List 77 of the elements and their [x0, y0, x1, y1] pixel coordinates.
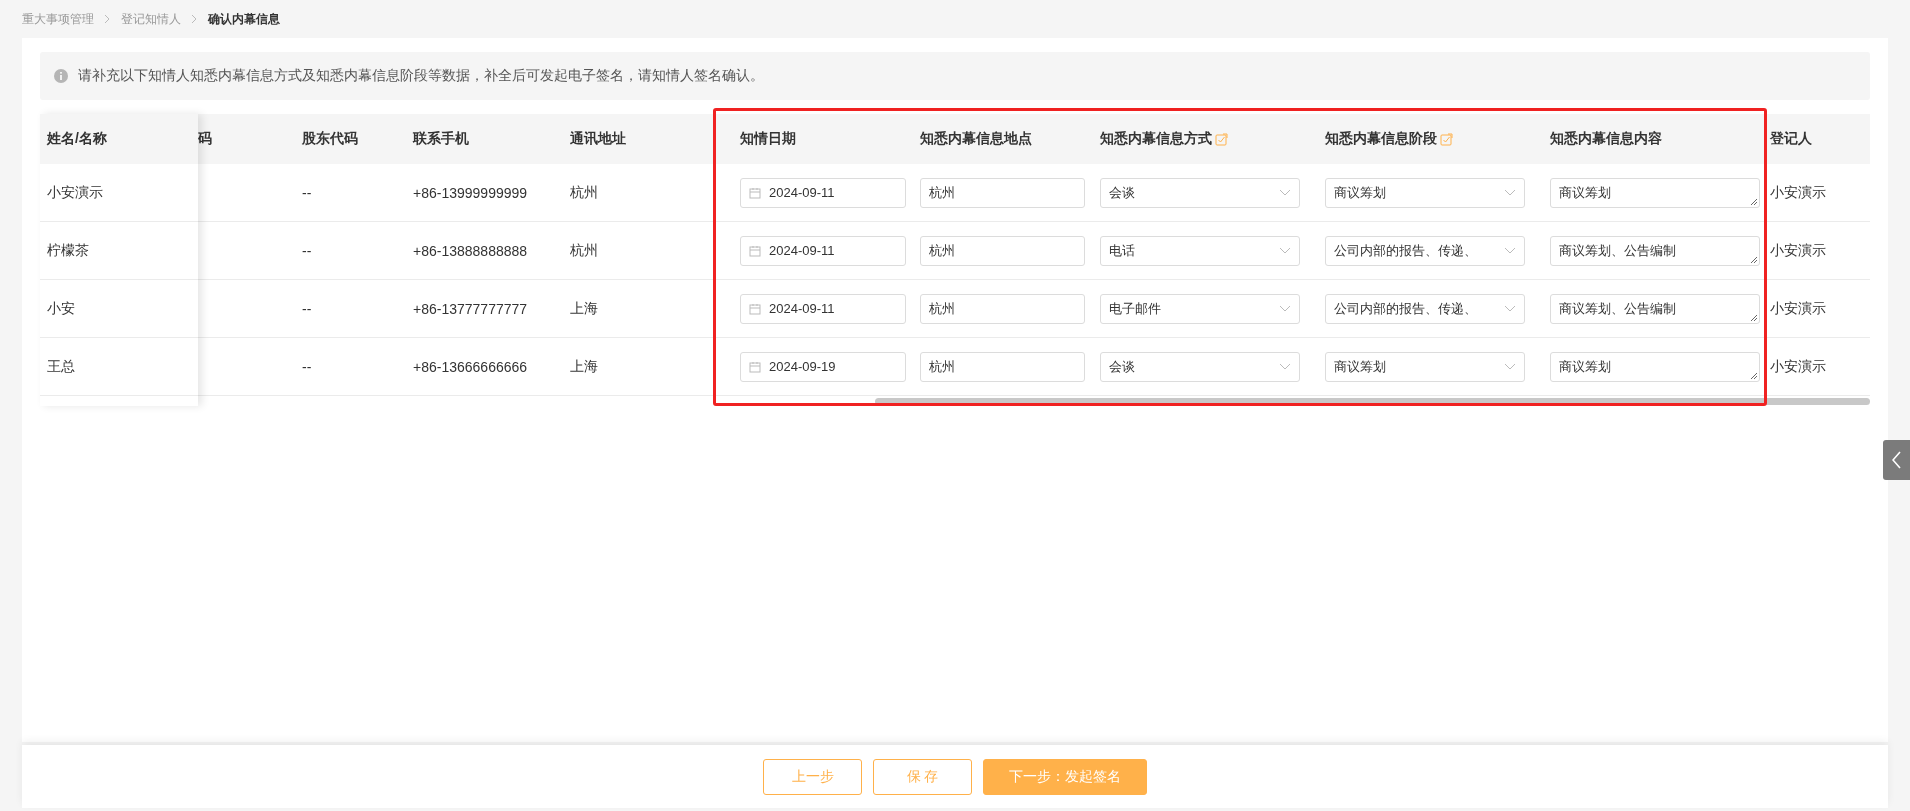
content-textarea[interactable]: 商议筹划 [1550, 351, 1760, 382]
place-field[interactable]: 杭州 [920, 351, 1085, 382]
calendar-icon [749, 302, 761, 315]
date-field[interactable]: 2024-09-19 [740, 351, 906, 382]
table-cell-text: 杭州 [570, 241, 599, 260]
column-header: 股东代码 [302, 130, 359, 148]
resize-handle-icon[interactable] [1750, 371, 1757, 379]
name-cell-text: 小安演示 [46, 183, 104, 202]
column-header: 知悉内幕信息内容 [1550, 130, 1663, 148]
chevron-right-icon [191, 14, 198, 24]
table-cell-text: 上海 [570, 357, 599, 376]
place-field[interactable]: 杭州 [920, 177, 1085, 208]
date-field[interactable]: 2024-09-11 [740, 177, 906, 208]
place-field[interactable]: 杭州 [920, 293, 1085, 324]
date-field[interactable]: 2024-09-11 [740, 293, 906, 324]
content-textarea[interactable]: 商议筹划、公告编制 [1550, 293, 1760, 324]
date-field[interactable]: 2024-09-11 [740, 235, 906, 266]
resize-handle-icon[interactable] [1750, 197, 1757, 205]
column-header: 联系手机 [413, 130, 470, 148]
column-header: 姓名/名称 [46, 130, 108, 148]
name-cell-text: 王总 [46, 357, 76, 376]
resize-handle-icon[interactable] [1750, 313, 1757, 321]
column-header: 登记人 [1770, 130, 1813, 148]
resize-handle-icon[interactable] [1750, 255, 1757, 263]
collapse-tab[interactable] [1883, 440, 1910, 480]
chevron-down-icon [1279, 246, 1291, 255]
table-cell-text: +86-13888888888 [413, 242, 529, 259]
table-cell-text: 杭州 [570, 183, 599, 202]
edit-checkbox-icon[interactable] [1440, 132, 1453, 146]
table-cell-text: +86-13777777777 [413, 300, 529, 317]
column-header: 知情日期 [740, 130, 797, 148]
chevron-down-icon [1279, 304, 1291, 313]
chevron-down-icon [1279, 362, 1291, 371]
name-cell-text: 柠檬茶 [46, 241, 90, 260]
chevron-down-icon [1504, 304, 1516, 313]
chevron-down-icon [1279, 188, 1291, 197]
calendar-icon [749, 360, 761, 373]
calendar-icon [749, 186, 761, 199]
table-cell-text: 小安演示 [1770, 357, 1827, 376]
chevron-left-icon [1891, 451, 1902, 469]
table-cell-text: +86-13999999999 [413, 184, 529, 201]
method-select[interactable]: 会谈 [1100, 351, 1300, 382]
table-cell-text: 上海 [570, 299, 599, 318]
calendar-icon [749, 244, 761, 257]
edit-checkbox-icon[interactable] [1215, 132, 1228, 146]
stage-select[interactable]: 公司内部的报告、传递、 [1325, 293, 1525, 324]
place-field[interactable]: 杭州 [920, 235, 1085, 266]
table-cell-text: -- [302, 300, 313, 317]
chevron-right-icon [104, 14, 111, 24]
table-cell-text: -- [302, 242, 313, 259]
column-header: 知悉内幕信息地点 [920, 130, 1033, 148]
stage-select[interactable]: 公司内部的报告、传递、 [1325, 235, 1525, 266]
column-header: 码 [198, 130, 213, 148]
content-textarea[interactable]: 商议筹划 [1550, 177, 1760, 208]
method-select[interactable]: 电话 [1100, 235, 1300, 266]
method-select[interactable]: 电子邮件 [1100, 293, 1300, 324]
scrollbar-thumb[interactable] [875, 397, 1870, 405]
notice-text: 请补充以下知情人知悉内幕信息方式及知悉内幕信息阶段等数据，补全后可发起电子签名，请知情人签名确认。 [78, 67, 764, 85]
stage-select[interactable]: 商议筹划 [1325, 351, 1525, 382]
table-cell-text: 小安演示 [1770, 241, 1827, 260]
table-cell-text: +86-13666666666 [413, 358, 529, 375]
info-icon [54, 69, 68, 83]
content-textarea[interactable]: 商议筹划、公告编制 [1550, 235, 1760, 266]
stage-select[interactable]: 商议筹划 [1325, 177, 1525, 208]
column-header: 知悉内幕信息阶段 [1325, 130, 1550, 148]
chevron-down-icon [1504, 188, 1516, 197]
breadcrumb-link[interactable]: 确认内幕信息 [208, 10, 280, 28]
name-cell-text: 小安 [46, 299, 76, 318]
table-cell-text: -- [302, 358, 313, 375]
chevron-down-icon [1504, 362, 1516, 371]
table-cell-text: 小安演示 [1770, 299, 1827, 318]
column-header: 通讯地址 [570, 130, 627, 148]
chevron-down-icon [1504, 246, 1516, 255]
table-cell-text: -- [302, 184, 313, 201]
column-header: 知悉内幕信息方式 [1100, 130, 1325, 148]
method-select[interactable]: 会谈 [1100, 177, 1300, 208]
table-cell-text: 小安演示 [1770, 183, 1827, 202]
